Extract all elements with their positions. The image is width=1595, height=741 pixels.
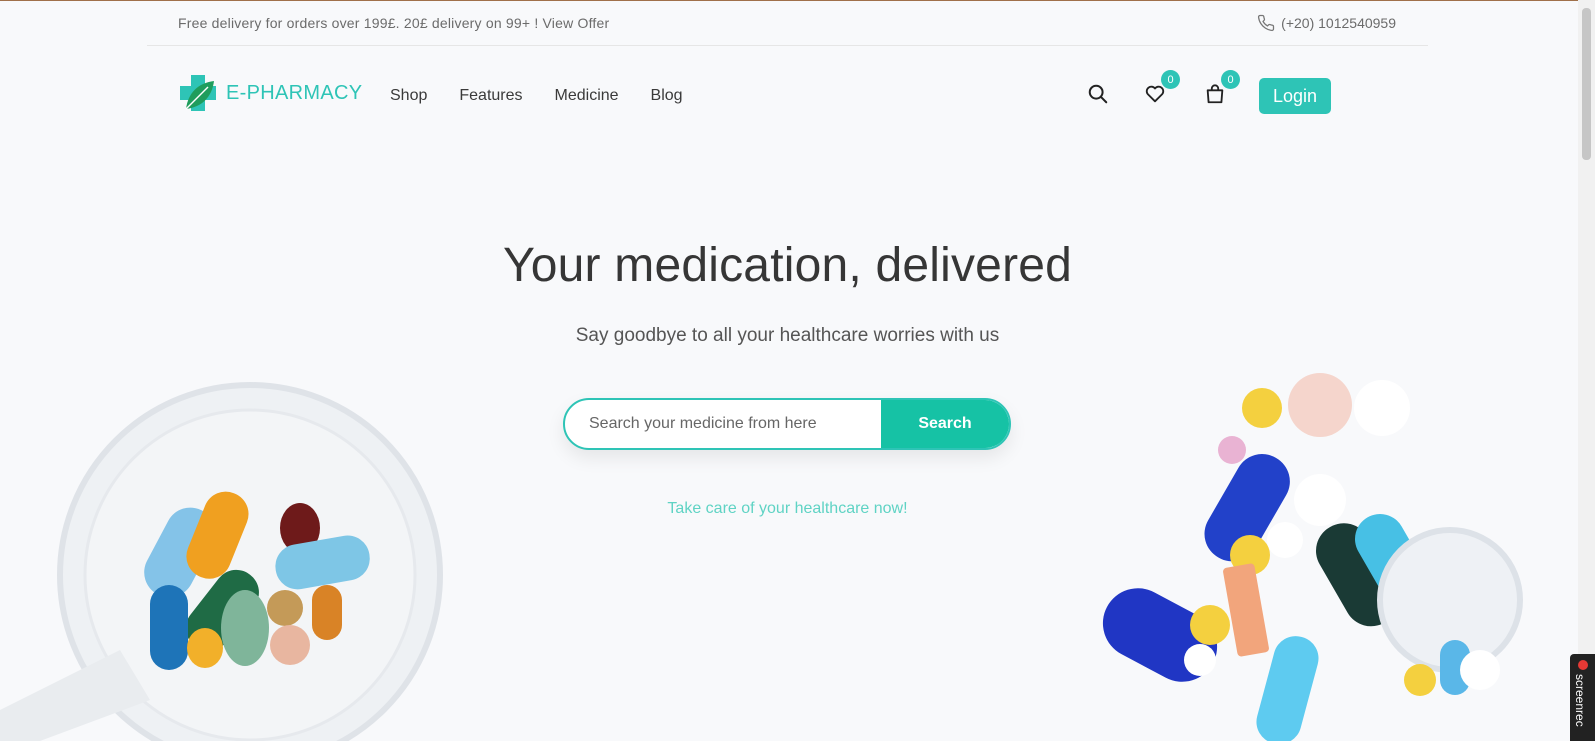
nav-blog[interactable]: Blog [651, 87, 683, 105]
heart-icon [1145, 85, 1165, 103]
record-icon [1578, 660, 1588, 670]
screen-recorder-tab[interactable]: screenrec [1570, 654, 1595, 741]
phone-number: (+20) 1012540959 [1281, 15, 1396, 31]
promo-banner[interactable]: Free delivery for orders over 199£. 20£ … [178, 15, 609, 31]
nav-features[interactable]: Features [459, 87, 522, 105]
phone-contact[interactable]: (+20) 1012540959 [1257, 14, 1396, 32]
top-bar: Free delivery for orders over 199£. 20£ … [147, 1, 1428, 46]
pharmacy-cross-leaf-icon [180, 75, 216, 111]
cart-button[interactable]: 0 [1200, 70, 1240, 109]
search-submit-button[interactable]: Search [881, 400, 1009, 448]
page-scrollbar[interactable] [1578, 0, 1595, 741]
nav-shop[interactable]: Shop [390, 87, 427, 105]
wishlist-count-badge: 0 [1161, 70, 1180, 89]
search-button[interactable] [1083, 79, 1113, 109]
medicine-search-bar: Search [563, 398, 1011, 450]
wishlist-button[interactable]: 0 [1140, 70, 1180, 109]
hero-subtitle: Say goodbye to all your healthcare worri… [575, 325, 1000, 346]
logo-text: E-PHARMACY [226, 81, 363, 104]
cart-count-badge: 0 [1221, 70, 1240, 89]
logo[interactable]: E-PHARMACY [178, 73, 362, 113]
scattered-pills-image [1102, 373, 1523, 741]
phone-icon [1258, 14, 1275, 32]
hero-title: Your medication, delivered [502, 239, 1073, 292]
search-icon [1088, 84, 1108, 104]
pills-in-glass-image [0, 382, 443, 741]
main-nav: Shop Features Medicine Blog [390, 87, 683, 105]
scrollbar-thumb[interactable] [1582, 8, 1591, 160]
login-button[interactable]: Login [1259, 78, 1331, 114]
nav-medicine[interactable]: Medicine [555, 87, 619, 105]
medicine-search-input[interactable] [565, 400, 881, 448]
recorder-label: screenrec [1573, 674, 1587, 727]
main-header: E-PHARMACY Shop Features Medicine Blog 0… [178, 70, 1334, 122]
shopping-bag-icon [1206, 84, 1224, 104]
